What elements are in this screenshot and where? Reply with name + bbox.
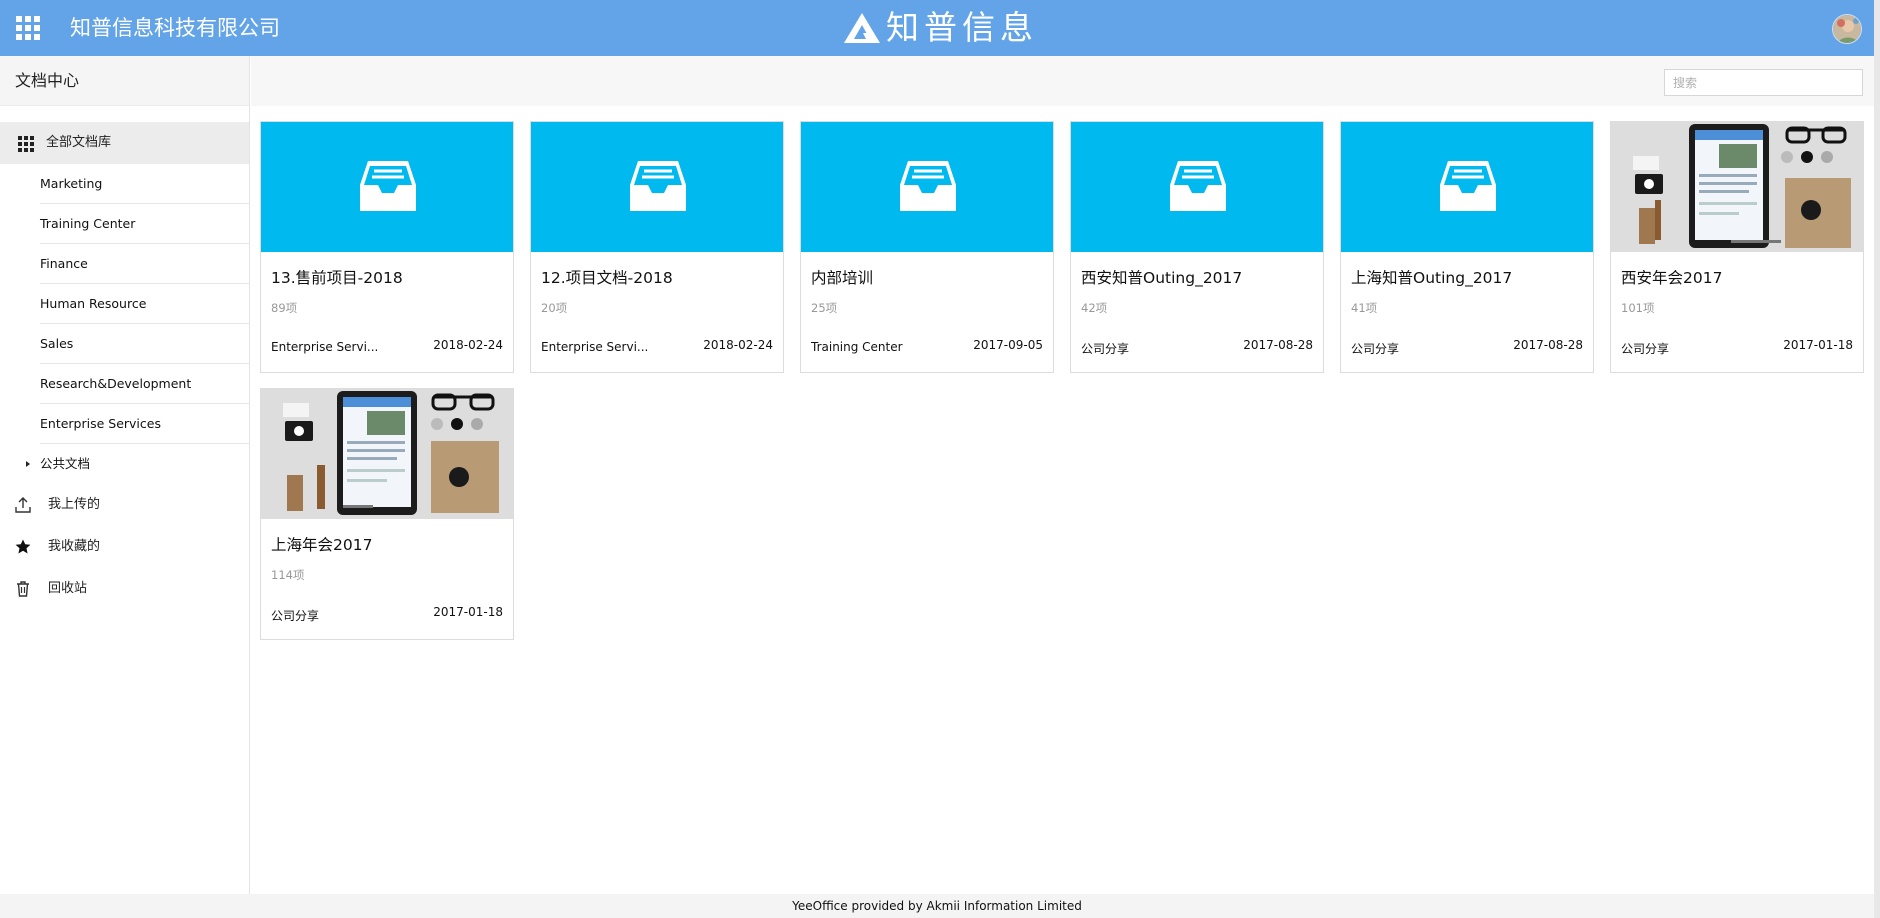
trash-icon: [17, 581, 29, 597]
card-category: 公司分享: [1081, 342, 1130, 356]
app-launcher-icon[interactable]: [16, 16, 40, 40]
sidebar-item-label: 我收藏的: [48, 539, 101, 554]
card-item-count: 89项: [271, 301, 298, 315]
sidebar-library-public-docs[interactable]: 公共文档: [26, 444, 249, 484]
card-title: 西安年会2017: [1621, 269, 1723, 287]
library-card[interactable]: 13.售前项目-2018 89项 Enterprise Servi... 201…: [260, 121, 514, 373]
card-thumbnail: [1341, 122, 1593, 252]
sidebar-library-enterprise-services[interactable]: Enterprise Services: [40, 404, 249, 444]
card-thumbnail: [801, 122, 1053, 252]
card-date: 2018-02-24: [703, 338, 773, 352]
card-title: 13.售前项目-2018: [271, 269, 403, 287]
card-date: 2017-08-28: [1243, 338, 1313, 352]
inbox-tray-icon: [900, 161, 956, 211]
card-category: 公司分享: [1621, 342, 1670, 356]
brand-logo: 知普信息: [842, 8, 1038, 48]
user-avatar[interactable]: [1832, 14, 1862, 44]
card-item-count: 114项: [271, 568, 305, 582]
sidebar-library-sales[interactable]: Sales: [40, 324, 249, 364]
library-card[interactable]: 上海知普Outing_2017 41项 公司分享 2017-08-28: [1340, 121, 1594, 373]
card-item-count: 101项: [1621, 301, 1655, 315]
top-bar: 知普信息科技有限公司 知普信息: [0, 0, 1880, 56]
library-card[interactable]: 西安年会2017 101项 公司分享 2017-01-18: [1610, 121, 1864, 373]
inbox-tray-icon: [1170, 161, 1226, 211]
sidebar-item-all-libraries[interactable]: 全部文档库: [0, 122, 249, 164]
card-category: 公司分享: [1351, 342, 1400, 356]
library-card[interactable]: 西安知普Outing_2017 42项 公司分享 2017-08-28: [1070, 121, 1324, 373]
card-thumbnail: [531, 122, 783, 252]
footer: YeeOffice provided by Akmii Information …: [0, 894, 1874, 918]
card-title: 上海知普Outing_2017: [1351, 269, 1513, 287]
card-title: 内部培训: [811, 269, 874, 287]
caret-right-icon[interactable]: [26, 461, 30, 467]
sidebar-library-research-development[interactable]: Research&Development: [40, 364, 249, 404]
card-date: 2017-01-18: [433, 605, 503, 619]
inbox-tray-icon: [360, 161, 416, 211]
card-title: 12.项目文档-2018: [541, 269, 673, 287]
company-name: 知普信息科技有限公司: [70, 16, 280, 40]
brand-mark-icon: [844, 13, 880, 43]
card-title: 上海年会2017: [271, 536, 373, 554]
grid-icon: [18, 136, 34, 152]
library-card[interactable]: 12.项目文档-2018 20项 Enterprise Servi... 201…: [530, 121, 784, 373]
card-date: 2017-08-28: [1513, 338, 1583, 352]
card-item-count: 42项: [1081, 301, 1108, 315]
sidebar-item-label: 全部文档库: [46, 135, 112, 150]
inbox-tray-icon: [1440, 161, 1496, 211]
brand-text: 知普信息: [886, 8, 1038, 47]
library-card[interactable]: 上海年会2017 114项 公司分享 2017-01-18: [260, 388, 514, 640]
sidebar-library-finance[interactable]: Finance: [40, 244, 249, 284]
star-icon: [15, 539, 31, 554]
toolbar: [251, 56, 1874, 106]
card-category: 公司分享: [271, 609, 320, 623]
sidebar-item-label: 回收站: [48, 581, 88, 596]
sidebar-item-recycle-bin[interactable]: 回收站: [0, 568, 249, 610]
card-item-count: 20项: [541, 301, 568, 315]
card-photo-thumbnail: [261, 389, 513, 519]
sidebar-library-training-center[interactable]: Training Center: [40, 204, 249, 244]
sidebar-library-human-resource[interactable]: Human Resource: [40, 284, 249, 324]
sidebar-item-my-favorites[interactable]: 我收藏的: [0, 526, 249, 568]
search-input[interactable]: [1664, 69, 1863, 96]
sidebar: 文档中心 全部文档库 Marketing Training Center Fin…: [0, 56, 250, 894]
card-item-count: 25项: [811, 301, 838, 315]
card-category: Enterprise Servi...: [271, 340, 379, 354]
card-date: 2017-01-18: [1783, 338, 1853, 352]
sidebar-item-label: 公共文档: [40, 456, 91, 471]
card-thumbnail: [1071, 122, 1323, 252]
sidebar-library-marketing[interactable]: Marketing: [40, 164, 249, 204]
card-date: 2018-02-24: [433, 338, 503, 352]
inbox-tray-icon: [630, 161, 686, 211]
library-card[interactable]: 内部培训 25项 Training Center 2017-09-05: [800, 121, 1054, 373]
card-category: Enterprise Servi...: [541, 340, 649, 354]
card-thumbnail: [261, 122, 513, 252]
card-category: Training Center: [811, 340, 903, 354]
scrollbar[interactable]: [1874, 0, 1880, 918]
sidebar-title: 文档中心: [0, 56, 249, 106]
sidebar-item-my-uploads[interactable]: 我上传的: [0, 484, 249, 526]
sidebar-item-label: 我上传的: [48, 497, 101, 512]
card-date: 2017-09-05: [973, 338, 1043, 352]
card-photo-thumbnail: [1611, 122, 1863, 252]
upload-icon: [15, 497, 31, 513]
card-title: 西安知普Outing_2017: [1081, 269, 1243, 287]
card-item-count: 41项: [1351, 301, 1378, 315]
